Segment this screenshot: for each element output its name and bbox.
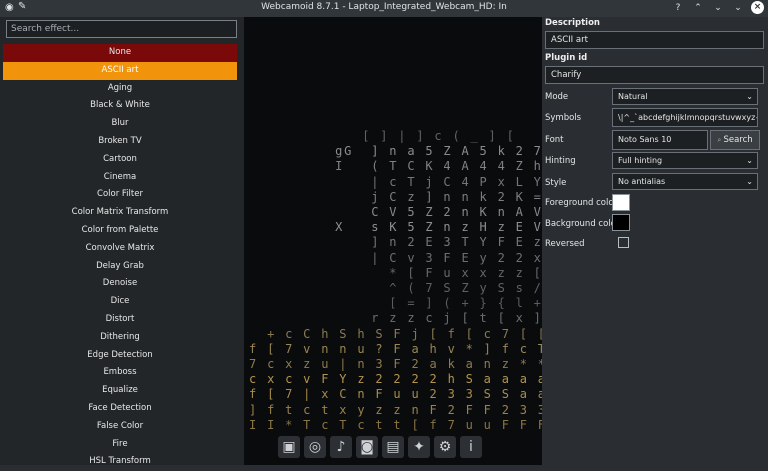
effect-item[interactable]: Cinema (3, 169, 237, 187)
info-icon[interactable]: i (460, 436, 482, 458)
chevron-down-icon: ⌄ (746, 92, 753, 101)
ascii-line: 7 c x z u | n 3 F 2 a k a n z * * * [ F … (249, 357, 542, 371)
ascii-line: I I * T c T c t t [ f 7 u u F F F F h 2 … (249, 417, 542, 432)
effect-item[interactable]: Blur (3, 115, 237, 133)
webcam-icon[interactable]: ◎ (304, 436, 326, 458)
ascii-line: ^ ( 7 S Z y S s / < (290, 281, 542, 295)
description-heading: Description (545, 18, 600, 28)
chevron-down-icon: ⌄ (746, 156, 753, 165)
ascii-line: c x c v F Y z 2 2 2 2 h S a a a a S a a … (249, 372, 542, 387)
effect-item[interactable]: Cartoon (3, 151, 237, 169)
effect-item[interactable]: Color Filter (3, 186, 237, 204)
ascii-line: [ = ] ( + } { l + (290, 296, 542, 311)
effect-item[interactable]: Aging (3, 80, 237, 98)
font-label: Font (545, 135, 564, 145)
effect-item[interactable]: Distort (3, 311, 237, 329)
film-icon[interactable]: ▤ (382, 436, 404, 458)
ascii-line: gG ] n a 5 Z A 5 k 2 7 - / (335, 144, 542, 159)
font-search-button[interactable]: ⌕ Search (710, 130, 760, 150)
mode-select[interactable]: Natural ⌄ (612, 88, 758, 105)
ascii-art-preview: [ ] | ] c ( _ ] [ gG ] n a 5 Z A 5 k 2 7… (244, 17, 542, 465)
keep-below-icon[interactable]: ⌄ (711, 1, 725, 15)
title-bar: ◉ ✎ Webcamoid 8.7.1 - Laptop_Integrated_… (0, 0, 768, 18)
effect-item[interactable]: Dithering (3, 329, 237, 347)
camera-preview: [ ] | ] c ( _ ] [ gG ] n a 5 Z A 5 k 2 7… (244, 17, 542, 465)
background-color-swatch[interactable] (612, 214, 630, 231)
help-icon[interactable]: ? (671, 1, 685, 15)
ascii-line: * [ F u x x z z [ Y (290, 265, 542, 280)
description-field[interactable]: ASCII art (545, 31, 764, 49)
symbols-label: Symbols (545, 113, 582, 123)
mode-value: Natural (618, 92, 648, 101)
settings-icon[interactable]: ⚙ (434, 436, 456, 458)
plugin-id-field[interactable]: Charify (545, 66, 764, 84)
effect-item[interactable]: HSL Transform (3, 453, 237, 471)
effect-item[interactable]: None (3, 44, 237, 62)
music-icon[interactable]: ♪ (330, 436, 352, 458)
preview-toolbar: ▣ ◎ ♪ ◙ ▤ ✦ ⚙ i (278, 436, 482, 460)
effect-item[interactable]: Emboss (3, 364, 237, 382)
background-color-label: Background color (545, 219, 620, 229)
effects-list: None ASCII art Aging Black & White Blur Broke… (3, 44, 237, 471)
window-title: Webcamoid 8.7.1 - Laptop_Integrated_Webc… (261, 2, 507, 12)
effect-item[interactable]: Edge Detection (3, 347, 237, 365)
ascii-line: | C v 3 F E y 2 2 x v ) (371, 250, 542, 265)
ascii-line: r z z c j [ t [ x ] f I ( / ) ) (371, 311, 542, 326)
ascii-line: j C z ] n n k 2 K = Y ] (371, 189, 542, 204)
camera-icon[interactable]: ◙ (356, 436, 378, 458)
plugin-id-heading: Plugin id (545, 53, 588, 63)
effect-item[interactable]: ASCII art (3, 61, 237, 80)
effects-sidebar: Search effect... None ASCII art Aging Black… (0, 17, 244, 466)
hinting-value: Full hinting (618, 156, 663, 165)
ascii-line: ] n 2 E 3 T Y F E z x [ (371, 235, 542, 250)
style-label: Style (545, 178, 567, 188)
reversed-checkbox[interactable] (618, 237, 629, 248)
foreground-color-label: Foreground color (545, 198, 618, 208)
ascii-line: f [ 7 v n n u ? F a h v * ] f c T f Y ? … (249, 341, 542, 356)
search-effect-input[interactable]: Search effect... (6, 20, 237, 38)
font-search-label: Search (723, 135, 753, 145)
effect-item[interactable]: False Color (3, 418, 237, 436)
close-icon[interactable]: × (751, 1, 764, 14)
effect-item[interactable]: Face Detection (3, 400, 237, 418)
style-value: No antialias (618, 177, 666, 186)
effect-settings-panel: Description ASCII art Plugin id Charify … (542, 17, 768, 465)
effect-item[interactable]: Dice (3, 293, 237, 311)
effect-item[interactable]: Color Matrix Transform (3, 204, 237, 222)
ascii-line: + c C h S h S F j [ f [ c 7 [ [ f = [ u … (267, 326, 542, 341)
minimize-icon[interactable]: ⌄ (731, 1, 745, 15)
effect-item[interactable]: Black & White (3, 97, 237, 115)
chevron-down-icon: ⌄ (746, 177, 753, 186)
mode-label: Mode (545, 92, 569, 102)
effect-item[interactable]: Color from Palette (3, 222, 237, 240)
ascii-line: X s K 5 Z n z H z E V K C ^ (335, 220, 542, 235)
hinting-select[interactable]: Full hinting ⌄ (612, 152, 758, 169)
ascii-line: [ ] | ] c ( _ ] [ (290, 129, 516, 143)
ascii-line: | c T j C 4 P x L Y c ) (371, 174, 542, 189)
ascii-line: ] f t c t x y z z n F 2 F F 2 3 3 h 3 3 … (249, 402, 542, 417)
effect-item[interactable]: Fire (3, 436, 237, 454)
effect-item[interactable]: Delay Grab (3, 258, 237, 276)
effect-item[interactable]: Denoise (3, 275, 237, 293)
window-controls: ? ⌃ ⌄ ⌄ × (671, 1, 764, 15)
symbols-input[interactable]: \|^_`abcdefghijklmnopqrstuvwxyz{|}~ (612, 108, 758, 127)
foreground-color-swatch[interactable] (612, 194, 630, 211)
ascii-line: f [ 7 | x C n F u u 2 3 3 S S a a a a a … (249, 387, 542, 402)
font-field[interactable]: Noto Sans 10 (612, 130, 708, 150)
reversed-label: Reversed (545, 239, 585, 249)
ascii-line: I ( T C K 4 A 4 4 Z h s ) (335, 159, 542, 174)
style-select[interactable]: No antialias ⌄ (612, 173, 758, 190)
effect-item[interactable]: Equalize (3, 382, 237, 400)
image-icon[interactable]: ▣ (278, 436, 300, 458)
keep-above-icon[interactable]: ⌃ (691, 1, 705, 15)
effect-item[interactable]: Convolve Matrix (3, 240, 237, 258)
hinting-label: Hinting (545, 156, 576, 166)
effects-icon[interactable]: ✦ (408, 436, 430, 458)
effect-item[interactable]: Broken TV (3, 133, 237, 151)
ascii-line: C V 5 Z 2 n K n A V 5 F ( (371, 205, 542, 219)
